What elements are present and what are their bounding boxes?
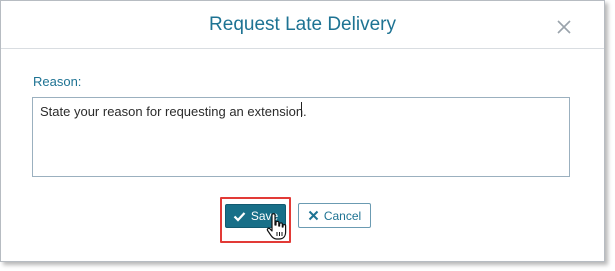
request-late-delivery-dialog: Request Late Delivery Reason: State your… <box>0 0 605 262</box>
check-icon <box>233 211 246 222</box>
cancel-button[interactable]: Cancel <box>298 203 371 228</box>
x-icon <box>308 210 319 221</box>
reason-label: Reason: <box>33 74 82 89</box>
hand-pointer-cursor <box>266 213 287 240</box>
dialog-header: Request Late Delivery <box>1 1 604 49</box>
cancel-button-label: Cancel <box>323 208 362 223</box>
close-button[interactable] <box>553 16 575 38</box>
dialog-title: Request Late Delivery <box>209 14 396 35</box>
close-icon <box>557 20 571 34</box>
text-caret <box>301 102 302 117</box>
